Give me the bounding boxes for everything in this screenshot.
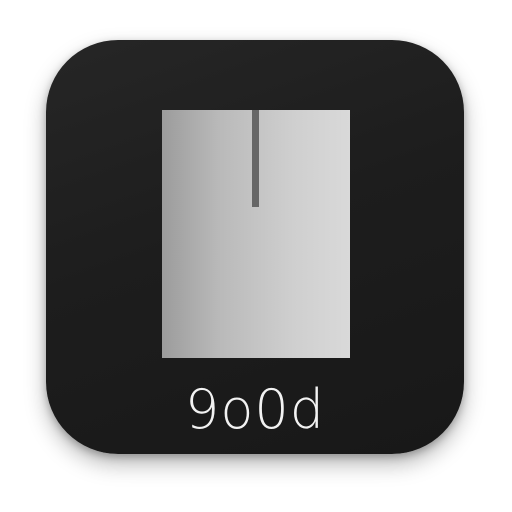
icon-stage: 9o0d bbox=[0, 0, 512, 512]
app-label: 9o0d bbox=[184, 378, 326, 441]
gauge-indicator bbox=[252, 110, 259, 207]
gauge-panel bbox=[162, 110, 350, 358]
app-icon[interactable]: 9o0d bbox=[46, 40, 464, 454]
